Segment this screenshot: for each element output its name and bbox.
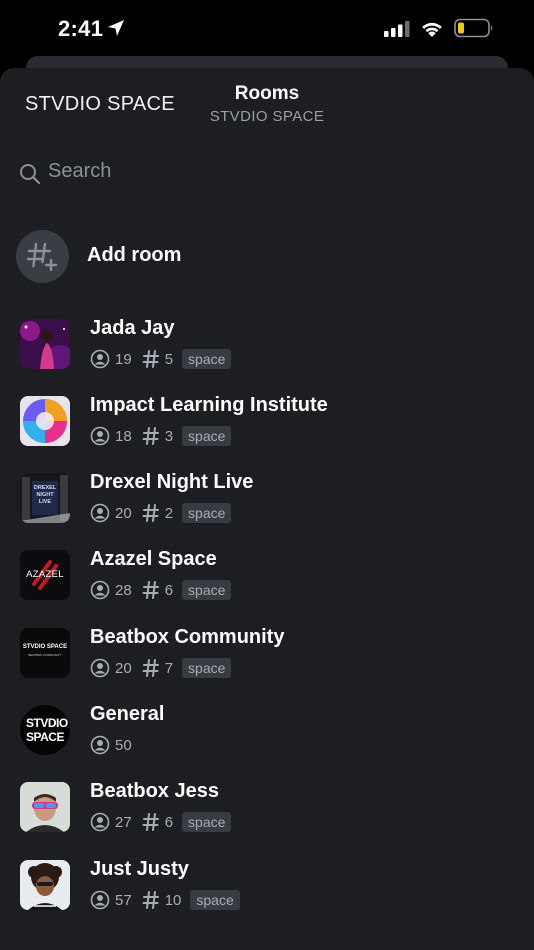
room-avatar-text: STVDIO SPACE — [22, 644, 68, 650]
members-icon — [90, 890, 110, 910]
channel-count: 3 — [164, 427, 174, 445]
room-item-beatbox-jess[interactable]: Beatbox Jess 27 6 space — [20, 780, 520, 844]
search-input[interactable]: Search — [48, 160, 111, 183]
add-room-button[interactable]: Add room — [16, 230, 516, 284]
room-meta: 27 6 space — [90, 810, 232, 834]
member-count: 50 — [115, 736, 132, 754]
channel-count: 2 — [164, 504, 174, 522]
page-subtitle: STVDIO SPACE — [209, 108, 325, 125]
space-tag: space — [182, 349, 232, 369]
room-avatar — [20, 396, 70, 446]
page-title: Rooms — [234, 83, 300, 104]
room-item-jada-jay[interactable]: Jada Jay 19 5 space — [20, 317, 520, 381]
battery-icon — [454, 18, 493, 38]
room-avatar-text: DREXEL NIGHT LIVE — [33, 485, 57, 505]
space-name-button[interactable]: STVDIO SPACE — [25, 93, 175, 116]
members-icon — [90, 812, 110, 832]
members-icon — [90, 426, 110, 446]
channel-count: 6 — [164, 581, 174, 599]
room-avatar: STVDIO SPACE BEATBOX COMMUNITY — [20, 628, 70, 678]
space-tag: space — [182, 503, 232, 523]
members-icon — [90, 658, 110, 678]
channels-hash-icon — [142, 659, 159, 677]
channels-hash-icon — [142, 813, 159, 831]
room-name: Beatbox Jess — [90, 780, 219, 802]
room-avatar-text: AZAZEL — [26, 569, 64, 580]
space-tag: space — [182, 580, 232, 600]
search-bar[interactable]: Search — [18, 160, 318, 190]
member-count: 19 — [115, 350, 132, 368]
space-tag: space — [190, 890, 240, 910]
room-name: General — [90, 703, 165, 725]
members-icon — [90, 580, 110, 600]
room-name: Drexel Night Live — [90, 471, 254, 493]
room-name: Azazel Space — [90, 548, 217, 570]
room-meta: 20 7 space — [90, 656, 232, 680]
members-icon — [90, 503, 110, 523]
channel-count: 7 — [164, 659, 174, 677]
room-meta: 19 5 space — [90, 347, 232, 371]
member-count: 18 — [115, 427, 132, 445]
channels-hash-icon — [142, 427, 159, 445]
room-avatar — [20, 319, 70, 369]
member-count: 20 — [115, 659, 132, 677]
status-time: 2:41 — [58, 16, 104, 41]
room-name: Just Justy — [90, 858, 189, 880]
add-room-label: Add room — [87, 244, 182, 266]
space-tag: space — [182, 426, 232, 446]
room-meta: 57 10 space — [90, 888, 240, 912]
members-icon — [90, 349, 110, 369]
room-name: Impact Learning Institute — [90, 394, 328, 416]
room-meta: 28 6 space — [90, 578, 232, 602]
add-room-icon-circle — [16, 230, 69, 283]
room-item-azazel-space[interactable]: AZAZEL Azazel Space 28 6 space — [20, 548, 520, 612]
room-avatar: AZAZEL — [20, 550, 70, 600]
room-item-just-justy[interactable]: Just Justy 57 10 space — [20, 858, 520, 922]
room-meta: 18 3 space — [90, 424, 232, 448]
channel-count: 6 — [164, 813, 174, 831]
room-avatar — [20, 860, 70, 910]
channels-hash-icon — [142, 891, 159, 909]
room-avatar: STVDIO SPACE — [20, 705, 70, 755]
hash-plus-icon — [26, 242, 58, 272]
location-arrow-icon — [108, 20, 124, 36]
room-avatar-text: STVDIO SPACE — [26, 716, 68, 744]
space-tag: space — [182, 812, 232, 832]
channels-hash-icon — [142, 350, 159, 368]
channels-hash-icon — [142, 581, 159, 599]
room-name: Jada Jay — [90, 317, 175, 339]
room-avatar: DREXEL NIGHT LIVE — [20, 473, 70, 523]
room-meta: 20 2 space — [90, 501, 232, 525]
space-tag: space — [182, 658, 232, 678]
member-count: 28 — [115, 581, 132, 599]
room-item-impact-learning-institute[interactable]: Impact Learning Institute 18 3 space — [20, 394, 520, 458]
members-icon — [90, 735, 110, 755]
room-meta: 50 — [90, 733, 132, 757]
search-icon — [20, 164, 41, 185]
status-bar: 2:41 — [0, 0, 534, 58]
member-count: 27 — [115, 813, 132, 831]
channel-count: 5 — [164, 350, 174, 368]
member-count: 57 — [115, 891, 132, 909]
room-avatar — [20, 782, 70, 832]
room-name: Beatbox Community — [90, 626, 285, 648]
cellular-signal-icon — [384, 21, 410, 37]
rooms-sheet: STVDIO SPACE Rooms STVDIO SPACE Search A… — [0, 68, 534, 950]
channel-count: 10 — [164, 891, 182, 909]
member-count: 20 — [115, 504, 132, 522]
room-item-drexel-night-live[interactable]: DREXEL NIGHT LIVE Drexel Night Live 20 2… — [20, 471, 520, 535]
wifi-icon — [422, 22, 442, 37]
room-item-general[interactable]: STVDIO SPACE General 50 — [20, 703, 520, 767]
room-item-beatbox-community[interactable]: STVDIO SPACE BEATBOX COMMUNITY Beatbox C… — [20, 626, 520, 690]
room-avatar-subtext: BEATBOX COMMUNITY — [28, 653, 62, 657]
channels-hash-icon — [142, 504, 159, 522]
